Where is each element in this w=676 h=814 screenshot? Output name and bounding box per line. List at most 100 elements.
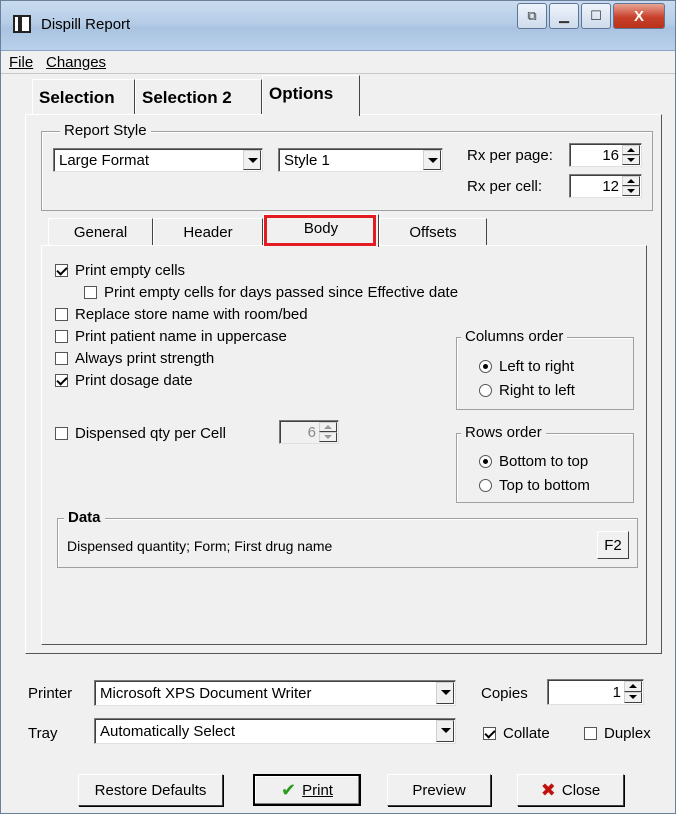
close-label: Close xyxy=(561,781,601,799)
close-x-icon: ✖ xyxy=(540,779,556,800)
rows-order-label: Rows order xyxy=(461,424,546,441)
data-label: Data xyxy=(64,509,105,526)
radio-selected-icon[interactable] xyxy=(479,360,492,373)
menu-changes[interactable]: Changes xyxy=(46,54,106,71)
patient-uppercase-label: Print patient name in uppercase xyxy=(75,328,287,345)
left-to-right-radio[interactable]: Left to right xyxy=(479,358,574,375)
report-style-label: Report Style xyxy=(60,122,151,139)
rx-per-cell-spinner[interactable]: 12 xyxy=(569,174,642,198)
close-button[interactable]: ✖ Close xyxy=(517,774,624,806)
format-select[interactable]: Large Format xyxy=(53,148,263,172)
dispensed-qty-spinner[interactable]: 6 xyxy=(279,420,339,444)
copies-label: Copies xyxy=(481,685,528,702)
chevron-down-icon[interactable] xyxy=(436,682,454,704)
rx-per-cell-value: 12 xyxy=(602,178,619,195)
print-empty-cells-checkbox[interactable]: Print empty cells xyxy=(55,262,185,279)
printer-select[interactable]: Microsoft XPS Document Writer xyxy=(94,680,456,706)
top-to-bottom-label: Top to bottom xyxy=(499,477,590,494)
menu-file[interactable]: File xyxy=(9,54,33,71)
rx-per-page-value: 16 xyxy=(602,147,619,164)
data-value: Dispensed quantity; Form; First drug nam… xyxy=(67,538,333,554)
title-bar: Dispill Report ⧉ ▁ ☐ X xyxy=(1,1,675,51)
patient-uppercase-checkbox[interactable]: Print patient name in uppercase xyxy=(55,328,287,345)
columns-order-label: Columns order xyxy=(461,328,568,345)
tab-offsets[interactable]: Offsets xyxy=(379,218,487,246)
checkbox-icon[interactable] xyxy=(55,308,68,321)
checkbox-icon[interactable] xyxy=(584,727,597,740)
spin-up-icon[interactable] xyxy=(622,145,640,155)
print-empty-days-checkbox[interactable]: Print empty cells for days passed since … xyxy=(84,284,458,301)
maximize-button[interactable]: ☐ xyxy=(581,3,611,29)
tray-value: Automatically Select xyxy=(100,723,236,740)
spin-down-icon[interactable] xyxy=(319,432,337,442)
spin-up-icon[interactable] xyxy=(622,176,640,186)
tab-selection[interactable]: Selection xyxy=(32,79,135,115)
app-icon xyxy=(13,15,31,33)
menu-bar: File Changes xyxy=(1,52,675,74)
chevron-down-icon[interactable] xyxy=(423,150,441,170)
dispensed-qty-value: 6 xyxy=(307,424,316,441)
tab-general[interactable]: General xyxy=(48,218,153,246)
radio-icon[interactable] xyxy=(479,384,492,397)
right-to-left-radio[interactable]: Right to left xyxy=(479,382,575,399)
print-button[interactable]: ✔ Print xyxy=(253,774,361,806)
replace-store-checkbox[interactable]: Replace store name with room/bed xyxy=(55,306,308,323)
collate-checkbox[interactable]: Collate xyxy=(483,725,550,742)
checkbox-icon[interactable] xyxy=(84,286,97,299)
checkbox-icon[interactable] xyxy=(55,352,68,365)
checkbox-checked-icon[interactable] xyxy=(55,374,68,387)
check-icon: ✔ xyxy=(281,779,297,800)
replace-store-label: Replace store name with room/bed xyxy=(75,306,308,323)
dispensed-qty-label: Dispensed qty per Cell xyxy=(75,425,226,442)
bottom-to-top-radio[interactable]: Bottom to top xyxy=(479,453,588,470)
format-value: Large Format xyxy=(59,152,150,169)
copies-value: 1 xyxy=(612,684,621,701)
radio-selected-icon[interactable] xyxy=(479,455,492,468)
checkbox-icon[interactable] xyxy=(55,427,68,440)
print-empty-days-label: Print empty cells for days passed since … xyxy=(104,284,459,301)
left-to-right-label: Left to right xyxy=(499,358,575,375)
spin-up-icon[interactable] xyxy=(319,422,337,432)
dispill-report-window: Dispill Report ⧉ ▁ ☐ X File Changes Sele… xyxy=(0,0,676,814)
checkbox-checked-icon[interactable] xyxy=(483,727,496,740)
copies-spinner[interactable]: 1 xyxy=(547,679,644,705)
duplex-label: Duplex xyxy=(604,725,651,742)
spin-down-icon[interactable] xyxy=(622,155,640,165)
printer-value: Microsoft XPS Document Writer xyxy=(100,685,312,702)
checkbox-checked-icon[interactable] xyxy=(55,264,68,277)
restore-defaults-button[interactable]: Restore Defaults xyxy=(78,774,223,806)
always-strength-checkbox[interactable]: Always print strength xyxy=(55,350,214,367)
spin-down-icon[interactable] xyxy=(624,692,642,703)
duplex-checkbox[interactable]: Duplex xyxy=(584,725,651,742)
chevron-down-icon[interactable] xyxy=(436,720,454,742)
rx-per-page-spinner[interactable]: 16 xyxy=(569,143,642,167)
chevron-down-icon[interactable] xyxy=(243,150,261,170)
tab-header[interactable]: Header xyxy=(153,218,263,246)
spin-up-icon[interactable] xyxy=(624,681,642,692)
collate-label: Collate xyxy=(503,725,550,742)
checkbox-icon[interactable] xyxy=(55,330,68,343)
tab-selection-2[interactable]: Selection 2 xyxy=(135,79,262,115)
style-select[interactable]: Style 1 xyxy=(278,148,443,172)
dosage-date-checkbox[interactable]: Print dosage date xyxy=(55,372,193,389)
rx-per-cell-label: Rx per cell: xyxy=(467,178,543,195)
print-empty-cells-label: Print empty cells xyxy=(75,262,186,279)
spin-down-icon[interactable] xyxy=(622,186,640,196)
restore-defaults-label: Restore Defaults xyxy=(94,781,207,799)
dispensed-qty-checkbox[interactable]: Dispensed qty per Cell xyxy=(55,425,226,442)
top-to-bottom-radio[interactable]: Top to bottom xyxy=(479,477,590,494)
preview-label: Preview xyxy=(412,781,466,799)
window-controls: ⧉ ▁ ☐ X xyxy=(515,3,665,29)
restore-button[interactable]: ⧉ xyxy=(517,3,547,29)
tray-select[interactable]: Automatically Select xyxy=(94,718,456,744)
minimize-button[interactable]: ▁ xyxy=(549,3,579,29)
rx-per-page-label: Rx per page: xyxy=(467,147,553,164)
tab-options[interactable]: Options xyxy=(262,75,360,116)
style-value: Style 1 xyxy=(284,152,330,169)
dosage-date-label: Print dosage date xyxy=(75,372,193,389)
bottom-to-top-label: Bottom to top xyxy=(499,453,589,470)
preview-button[interactable]: Preview xyxy=(387,774,491,806)
radio-icon[interactable] xyxy=(479,479,492,492)
f2-button[interactable]: F2 xyxy=(597,531,629,559)
close-window-button[interactable]: X xyxy=(613,3,665,29)
